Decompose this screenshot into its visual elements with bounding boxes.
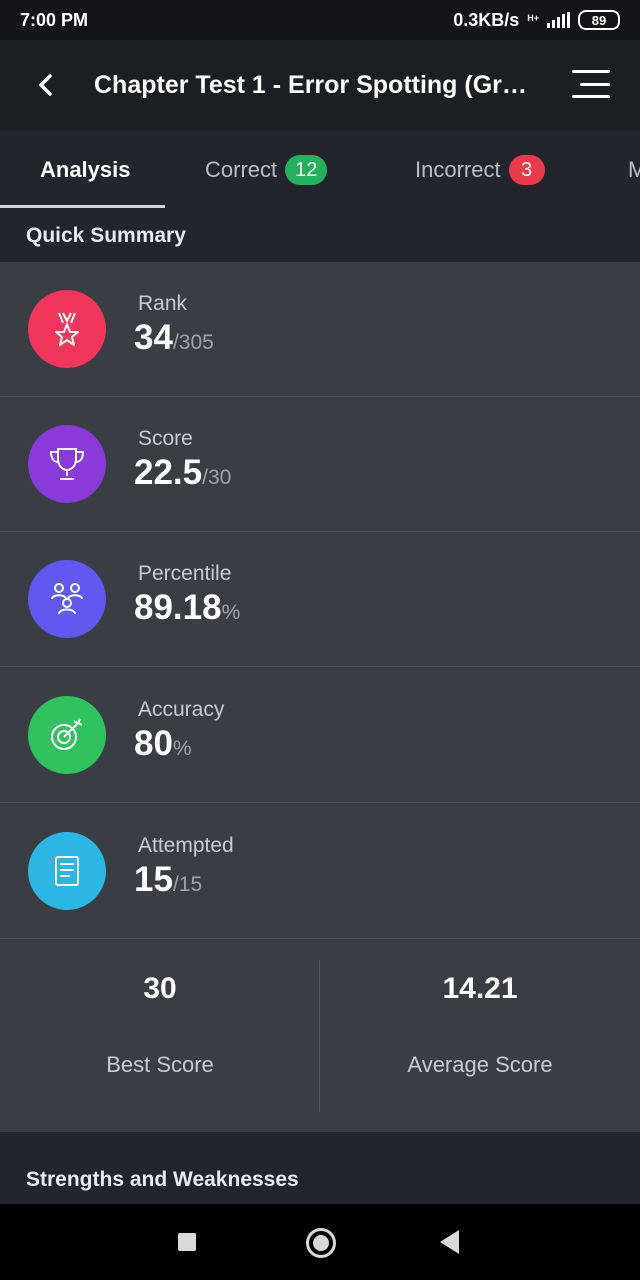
active-tab-indicator: [0, 205, 165, 208]
stat-label: Score: [138, 427, 193, 450]
correct-count-badge: 12: [285, 155, 328, 185]
trophy-icon: [28, 425, 106, 503]
menu-button[interactable]: [570, 70, 610, 98]
stat-label: Attempted: [138, 834, 234, 857]
battery-level: 89: [591, 12, 607, 28]
best-score: 30 Best Score: [0, 940, 320, 1132]
stat-value: 22.5/30: [134, 453, 231, 493]
network-speed: 0.3KB/s: [453, 9, 520, 30]
home-button[interactable]: [306, 1228, 336, 1258]
tab-analysis[interactable]: Analysis: [40, 130, 131, 210]
back-button[interactable]: [10, 40, 80, 130]
signal-icon: [547, 12, 570, 28]
stat-row-score: Score 22.5/30: [0, 397, 640, 532]
stat-row-percentile: Percentile 89.18%: [0, 532, 640, 667]
tab-incorrect[interactable]: Incorrect 3: [415, 130, 545, 210]
target-arrow-icon: [28, 696, 106, 774]
network-type: H+: [527, 12, 539, 23]
status-time: 7:00 PM: [20, 9, 89, 30]
chevron-left-icon: [39, 74, 52, 96]
stat-label: Rank: [138, 292, 188, 315]
stat-label: Percentile: [138, 562, 232, 585]
stat-value: 80%: [134, 724, 192, 764]
status-indicators: 0.3KB/s H+ 89: [453, 10, 620, 31]
checklist-icon: [28, 832, 106, 910]
best-score-value: 30: [143, 972, 177, 1005]
best-score-label: Best Score: [106, 1052, 214, 1077]
incorrect-count-badge: 3: [508, 155, 545, 185]
accuracy-value: 80: [134, 724, 173, 763]
tab-correct-label: Correct: [205, 157, 278, 182]
quick-summary-title: Quick Summary: [0, 210, 640, 262]
accuracy-unit: %: [172, 737, 192, 760]
stat-row-attempted: Attempted 15/15: [0, 804, 640, 939]
people-group-icon: [28, 560, 106, 638]
percentile-value: 89.18: [134, 588, 222, 627]
tab-correct[interactable]: Correct 12: [205, 130, 328, 210]
attempted-total: /15: [172, 873, 203, 896]
tab-more-label: M: [628, 157, 640, 182]
menu-icon: [572, 70, 610, 73]
tab-incorrect-label: Incorrect: [415, 157, 501, 182]
score-value: 22.5: [134, 453, 203, 492]
tab-analysis-label: Analysis: [40, 157, 131, 182]
rank-total: /305: [172, 331, 214, 354]
rank-value: 34: [134, 318, 173, 357]
battery-icon: 89: [578, 10, 620, 30]
recents-button[interactable]: [178, 1233, 196, 1251]
attempted-value: 15: [134, 860, 173, 899]
tab-more[interactable]: M: [628, 130, 640, 210]
average-score: 14.21 Average Score: [320, 940, 640, 1132]
score-total: /30: [202, 466, 232, 489]
system-back-button[interactable]: [440, 1230, 459, 1254]
app-bar: Chapter Test 1 - Error Spotting (Gra...: [0, 40, 640, 130]
stat-value: 15/15: [134, 860, 202, 900]
average-score-value: 14.21: [442, 972, 518, 1005]
stat-row-accuracy: Accuracy 80%: [0, 668, 640, 803]
stat-value: 34/305: [134, 318, 214, 358]
system-nav-bar: [0, 1204, 640, 1280]
status-bar: 7:00 PM 0.3KB/s H+ 89: [0, 0, 640, 40]
stat-row-rank: Rank 34/305: [0, 262, 640, 397]
average-score-label: Average Score: [407, 1052, 553, 1077]
stat-label: Accuracy: [138, 698, 225, 721]
score-comparison: 30 Best Score 14.21 Average Score: [0, 940, 640, 1132]
tab-bar: Analysis Correct 12 Incorrect 3 M: [0, 130, 640, 210]
strengths-weaknesses-title: Strengths and Weaknesses: [0, 1132, 640, 1204]
page-title: Chapter Test 1 - Error Spotting (Gra...: [94, 70, 534, 99]
percentile-unit: %: [221, 601, 241, 624]
rank-medal-icon: [28, 290, 106, 368]
stat-value: 89.18%: [134, 588, 240, 628]
